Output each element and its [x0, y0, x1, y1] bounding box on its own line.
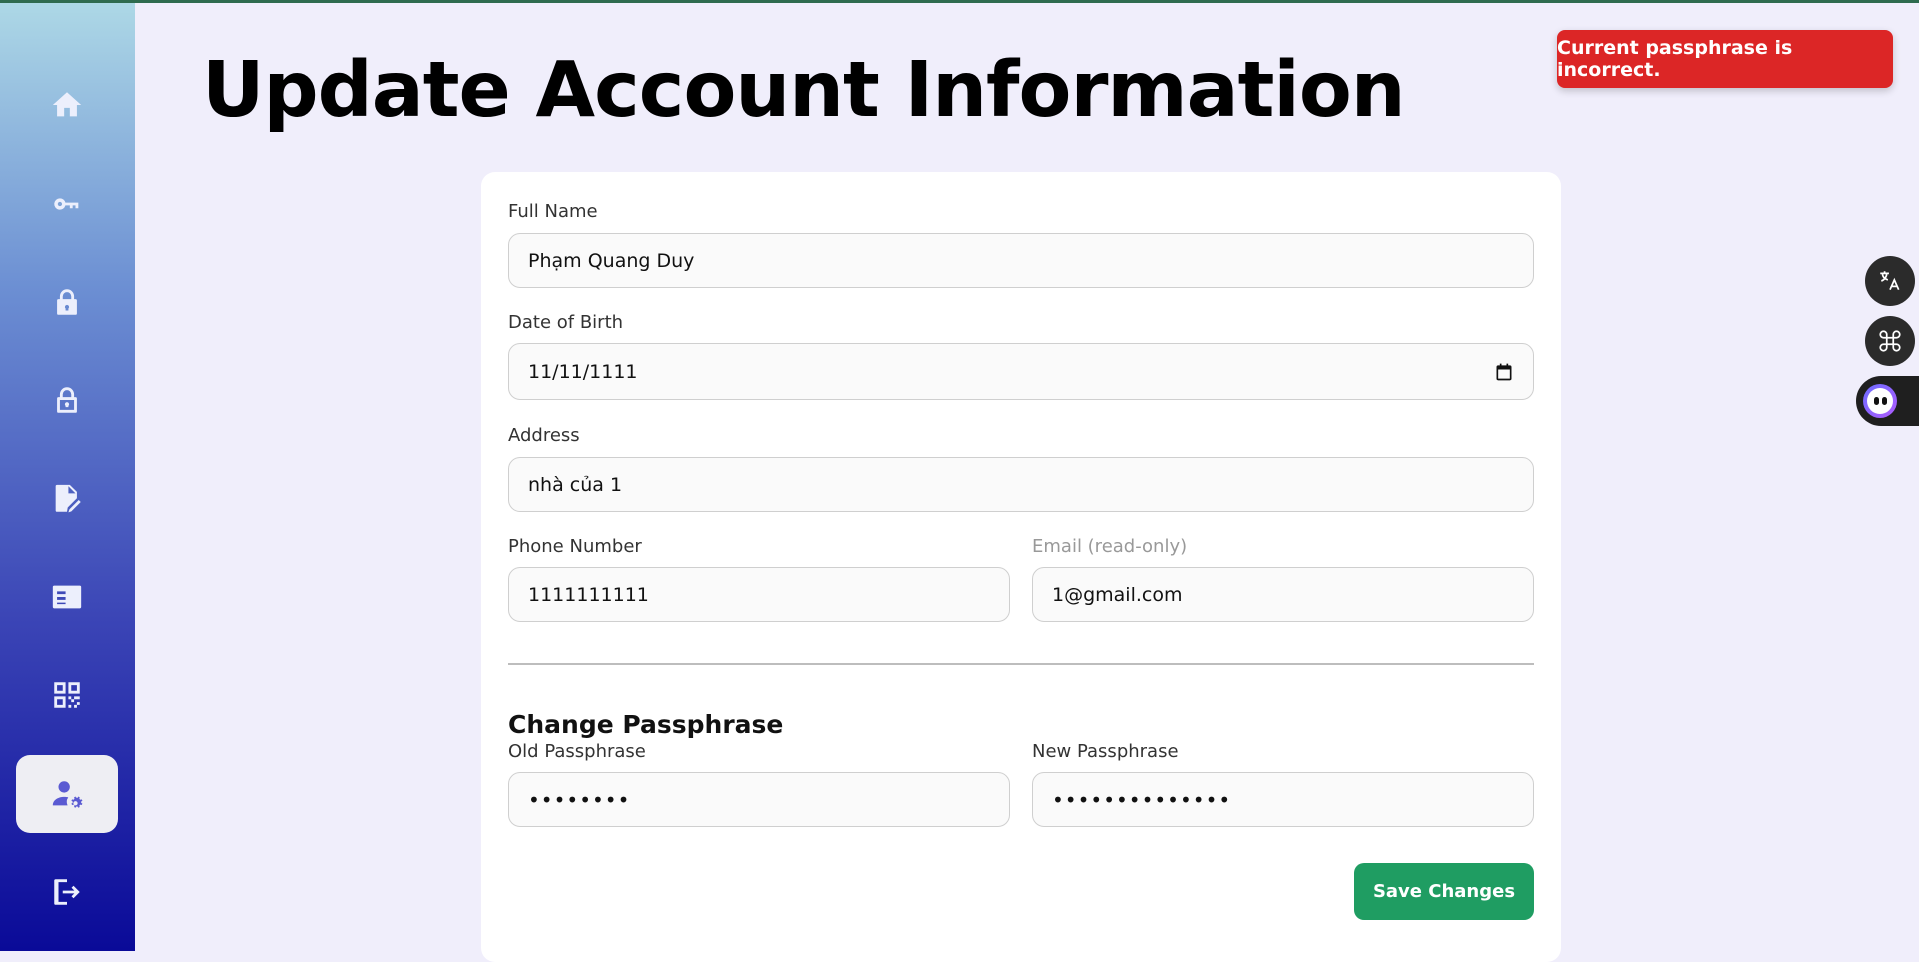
full-name-label: Full Name: [508, 201, 598, 222]
change-passphrase-heading: Change Passphrase: [508, 710, 784, 739]
unlock-icon: [57, 387, 77, 413]
sidebar-item-home[interactable]: [16, 66, 118, 144]
dob-value: 11/11/1111: [528, 360, 638, 383]
sidebar: [0, 3, 135, 951]
calendar-icon[interactable]: [1494, 362, 1514, 382]
sidebar-item-verify[interactable]: [16, 558, 118, 636]
error-toast: Current passphrase is incorrect.: [1557, 30, 1893, 88]
address-input[interactable]: nhà của 1: [508, 457, 1534, 512]
address-value: nhà của 1: [528, 473, 623, 496]
sidebar-item-qr-code[interactable]: [16, 656, 118, 734]
page-title: Update Account Information: [202, 46, 1406, 135]
sign-document-icon: [55, 484, 81, 513]
email-input: 1@gmail.com: [1032, 567, 1534, 622]
section-divider: [508, 663, 1534, 665]
phone-value: 1111111111: [528, 583, 649, 606]
old-passphrase-input[interactable]: ••••••••: [508, 772, 1010, 827]
old-passphrase-value: ••••••••: [528, 787, 631, 812]
home-icon: [52, 92, 82, 117]
phone-label: Phone Number: [508, 536, 642, 557]
sidebar-item-encrypt[interactable]: [16, 263, 118, 341]
user-settings-icon: [52, 781, 83, 808]
full-name-input[interactable]: Phạm Quang Duy: [508, 233, 1534, 288]
dob-label: Date of Birth: [508, 312, 624, 333]
save-changes-button[interactable]: Save Changes: [1354, 863, 1534, 920]
new-passphrase-label: New Passphrase: [1032, 741, 1179, 762]
assistant-icon: [1863, 384, 1897, 418]
new-passphrase-value: ••••••••••••••: [1052, 787, 1232, 812]
dob-input[interactable]: 11/11/1111: [508, 343, 1534, 400]
command-widget-button[interactable]: [1865, 316, 1915, 366]
qr-code-icon: [54, 682, 80, 708]
sidebar-item-decrypt[interactable]: [16, 361, 118, 439]
key-icon: [54, 198, 79, 210]
email-value: 1@gmail.com: [1052, 583, 1183, 606]
logout-icon: [54, 879, 80, 905]
lock-icon: [57, 289, 77, 315]
translate-widget-button[interactable]: [1865, 256, 1915, 306]
sidebar-item-account[interactable]: [16, 755, 118, 833]
email-label: Email (read-only): [1032, 536, 1188, 557]
verify-list-icon: [52, 585, 82, 609]
new-passphrase-input[interactable]: ••••••••••••••: [1032, 772, 1534, 827]
translate-icon: [1880, 271, 1900, 291]
assistant-widget-tab[interactable]: [1856, 376, 1919, 426]
top-accent-line: [0, 0, 1919, 3]
sidebar-item-logout[interactable]: [16, 853, 118, 931]
full-name-value: Phạm Quang Duy: [528, 249, 695, 272]
command-icon: [1879, 330, 1901, 352]
phone-input[interactable]: 1111111111: [508, 567, 1010, 622]
old-passphrase-label: Old Passphrase: [508, 741, 646, 762]
account-form-card: Full Name Phạm Quang Duy Date of Birth 1…: [481, 172, 1561, 962]
sidebar-item-sign[interactable]: [16, 460, 118, 538]
address-label: Address: [508, 425, 580, 446]
sidebar-item-keys[interactable]: [16, 165, 118, 243]
